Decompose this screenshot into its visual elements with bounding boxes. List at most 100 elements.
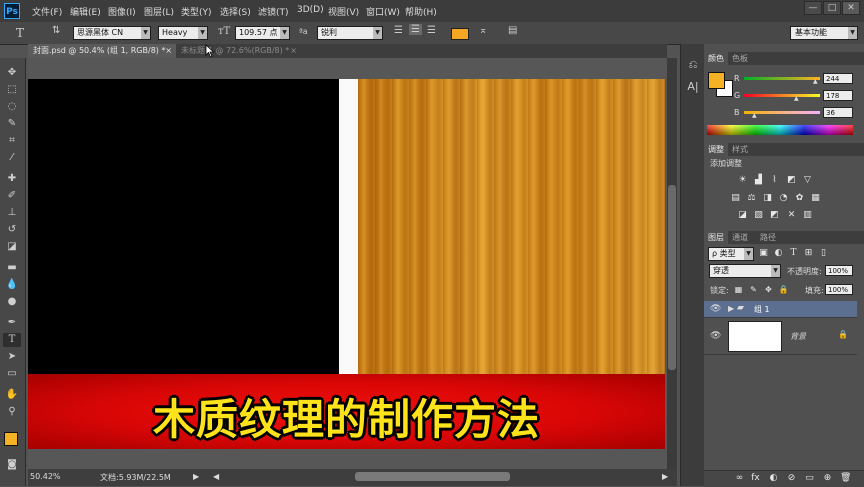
eyedropper-tool-icon[interactable]: ⁄	[3, 151, 21, 165]
color-spectrum-bar[interactable]	[707, 125, 853, 135]
link-layers-icon[interactable]: ∞	[734, 473, 745, 484]
document-canvas[interactable]: 木质纹理的制作方法	[28, 79, 665, 449]
warp-text-icon[interactable]: ⌅	[479, 25, 487, 36]
align-right-icon[interactable]: ☰	[427, 25, 436, 36]
type-tool-icon[interactable]: T	[16, 26, 24, 40]
menu-window[interactable]: 窗口(W)	[366, 5, 400, 18]
tab-color[interactable]: 颜色	[704, 52, 728, 65]
eraser-tool-icon[interactable]: ◪	[3, 240, 21, 254]
eye-icon[interactable]: 👁	[710, 331, 721, 341]
blur-tool-icon[interactable]: 💧	[3, 278, 21, 292]
menu-type[interactable]: 类型(Y)	[181, 5, 212, 18]
type-tool-icon[interactable]: T	[3, 333, 21, 347]
lock-transparent-icon[interactable]: ▦	[733, 284, 744, 295]
filter-pixel-icon[interactable]: ▣	[758, 248, 769, 259]
vertical-scroll-thumb[interactable]	[668, 185, 676, 370]
gradient-map-icon[interactable]: ▥	[802, 210, 813, 221]
minimize-button[interactable]: —	[804, 1, 822, 15]
brush-tool-icon[interactable]: ✐	[3, 189, 21, 203]
filter-shape-icon[interactable]: ⊞	[803, 248, 814, 259]
levels-icon[interactable]: ▟	[753, 175, 764, 186]
brightness-icon[interactable]: ☀	[737, 175, 748, 186]
close-window-button[interactable]: ✕	[842, 1, 860, 15]
blend-mode-select[interactable]: 穿透 ▼	[709, 264, 781, 278]
menu-edit[interactable]: 编辑(E)	[70, 5, 101, 18]
new-layer-icon[interactable]: ⊕	[822, 473, 833, 484]
font-size-select[interactable]: 109.57 点 ▼	[235, 26, 290, 40]
red-slider[interactable]	[744, 77, 820, 80]
layer-name[interactable]: 组 1	[754, 304, 770, 315]
tab-styles[interactable]: 样式	[728, 143, 752, 156]
red-value-field[interactable]: 244	[823, 73, 853, 84]
history-brush-tool-icon[interactable]: ↺	[3, 223, 21, 237]
font-style-select[interactable]: Heavy ▼	[158, 26, 208, 40]
fill-field[interactable]: 100%	[825, 284, 853, 295]
text-color-swatch[interactable]	[451, 28, 469, 40]
zoom-level[interactable]: 50.42%	[30, 472, 61, 481]
gradient-tool-icon[interactable]: ▬	[3, 261, 21, 275]
posterize-icon[interactable]: ▨	[753, 210, 764, 221]
shape-tool-icon[interactable]: ▭	[3, 367, 21, 381]
workspace-select[interactable]: 基本功能 ▼	[790, 26, 858, 40]
character-panel-icon[interactable]: ▤	[508, 25, 517, 36]
slider-caret-icon[interactable]: ▲	[813, 78, 818, 85]
slider-caret-icon[interactable]: ▲	[794, 95, 799, 102]
add-mask-icon[interactable]: ◐	[768, 473, 779, 484]
new-adjustment-icon[interactable]: ⊘	[786, 473, 797, 484]
character-panel-icon[interactable]: A|	[685, 80, 701, 96]
align-center-icon[interactable]: ☰	[409, 24, 422, 35]
align-left-icon[interactable]: ☰	[394, 25, 403, 36]
font-family-select[interactable]: 思源黑体 CN ▼	[73, 26, 151, 40]
threshold-icon[interactable]: ◩	[769, 210, 780, 221]
quick-mask-icon[interactable]: ◙	[3, 458, 21, 472]
quick-select-tool-icon[interactable]: ✎	[3, 117, 21, 131]
horizontal-scroll-thumb[interactable]	[355, 472, 510, 481]
pen-tool-icon[interactable]: ✒	[3, 316, 21, 330]
layer-style-icon[interactable]: fx	[750, 473, 761, 484]
healing-brush-tool-icon[interactable]: ✚	[3, 172, 21, 186]
tab-document-2[interactable]: 未标题-1 @ 72.6%(RGB/8) * ×	[176, 44, 301, 58]
tab-adjustments[interactable]: 调整	[704, 143, 728, 156]
green-value-field[interactable]: 178	[823, 90, 853, 101]
menu-help[interactable]: 帮助(H)	[405, 5, 437, 18]
hand-tool-icon[interactable]: ✋	[3, 388, 21, 402]
layer-row-group[interactable]: 👁 ▶ ▰ 组 1	[704, 301, 857, 317]
black-white-icon[interactable]: ◨	[762, 193, 773, 204]
close-icon[interactable]: ×	[165, 44, 172, 58]
history-panel-icon[interactable]: ⎌	[685, 58, 701, 74]
layer-kind-filter[interactable]: ρ 类型 ▼	[708, 247, 754, 261]
menu-3d[interactable]: 3D(D)	[297, 5, 324, 15]
curves-icon[interactable]: ⌇	[769, 175, 780, 186]
tab-swatches[interactable]: 色板	[728, 52, 752, 65]
layer-name[interactable]: 背景	[790, 331, 806, 342]
path-select-tool-icon[interactable]: ➤	[3, 350, 21, 364]
menu-file[interactable]: 文件(F)	[32, 5, 62, 18]
channel-mixer-icon[interactable]: ✿	[794, 193, 805, 204]
zoom-tool-icon[interactable]: ⚲	[3, 405, 21, 419]
selective-color-icon[interactable]: ✕	[786, 210, 797, 221]
hue-saturation-icon[interactable]: ▤	[730, 193, 741, 204]
green-slider[interactable]	[744, 94, 820, 97]
clone-stamp-tool-icon[interactable]: ⊥	[3, 206, 21, 220]
opacity-field[interactable]: 100%	[825, 265, 853, 276]
status-menu-arrow-icon[interactable]: ▶	[193, 472, 199, 481]
filter-type-icon[interactable]: T	[788, 248, 799, 259]
tab-document-1[interactable]: 封面.psd @ 50.4% (组 1, RGB/8) * ×	[28, 44, 176, 58]
foreground-color-swatch[interactable]	[4, 432, 18, 446]
scroll-left-icon[interactable]: ◀	[213, 472, 219, 481]
eye-icon[interactable]: 👁	[710, 304, 721, 314]
delete-layer-icon[interactable]: 🗑	[840, 473, 851, 484]
exposure-icon[interactable]: ◩	[786, 175, 797, 186]
lock-all-icon[interactable]: 🔒	[778, 284, 789, 295]
menu-layer[interactable]: 图层(L)	[144, 5, 174, 18]
slider-caret-icon[interactable]: ▲	[752, 112, 757, 119]
orientation-toggle-icon[interactable]: ⇅	[52, 25, 60, 36]
vibrance-icon[interactable]: ▽	[802, 175, 813, 186]
close-icon[interactable]: ×	[290, 44, 297, 58]
menu-filter[interactable]: 滤镜(T)	[258, 5, 289, 18]
restore-button[interactable]: □	[823, 1, 841, 15]
filter-smart-object-icon[interactable]: ▯	[818, 248, 829, 259]
crop-tool-icon[interactable]: ⌗	[3, 134, 21, 148]
blue-value-field[interactable]: 36	[823, 107, 853, 118]
color-balance-icon[interactable]: ⚖	[746, 193, 757, 204]
